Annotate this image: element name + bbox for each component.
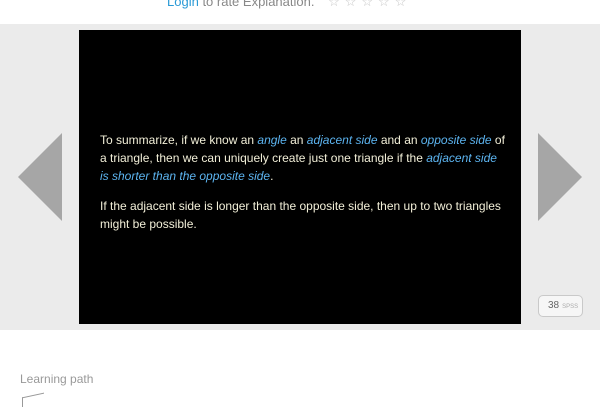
page-number-badge: 38 SPSS bbox=[538, 295, 583, 317]
slide-panel: To summarize, if we know an angle an adj… bbox=[79, 30, 521, 324]
slide-paragraph-1: To summarize, if we know an angle an adj… bbox=[100, 133, 505, 183]
rating-row: Login to rate Explanation. ☆☆☆☆☆ bbox=[167, 0, 411, 12]
page-suffix: SPSS bbox=[562, 304, 579, 310]
slideshow-stage: To summarize, if we know an angle an adj… bbox=[0, 24, 600, 330]
rating-text: to rate Explanation. bbox=[202, 0, 315, 9]
top-bar: Login to rate Explanation. ☆☆☆☆☆ bbox=[0, 0, 600, 24]
highlight-adjacent-side: adjacent side bbox=[306, 133, 378, 147]
slide-paragraph-2: If the adjacent side is longer than the … bbox=[100, 199, 501, 231]
next-arrow-icon[interactable] bbox=[538, 133, 582, 221]
highlight-angle: angle bbox=[257, 133, 287, 147]
learning-path-label: Learning path bbox=[20, 372, 94, 386]
page-number: 38 bbox=[548, 300, 560, 311]
highlight-opposite-side: opposite side bbox=[420, 133, 492, 147]
login-link[interactable]: Login bbox=[167, 0, 199, 9]
slide-text: To summarize, if we know an angle an adj… bbox=[100, 131, 505, 233]
rating-stars[interactable]: ☆☆☆☆☆ bbox=[328, 0, 411, 10]
previous-arrow-icon[interactable] bbox=[18, 133, 62, 221]
